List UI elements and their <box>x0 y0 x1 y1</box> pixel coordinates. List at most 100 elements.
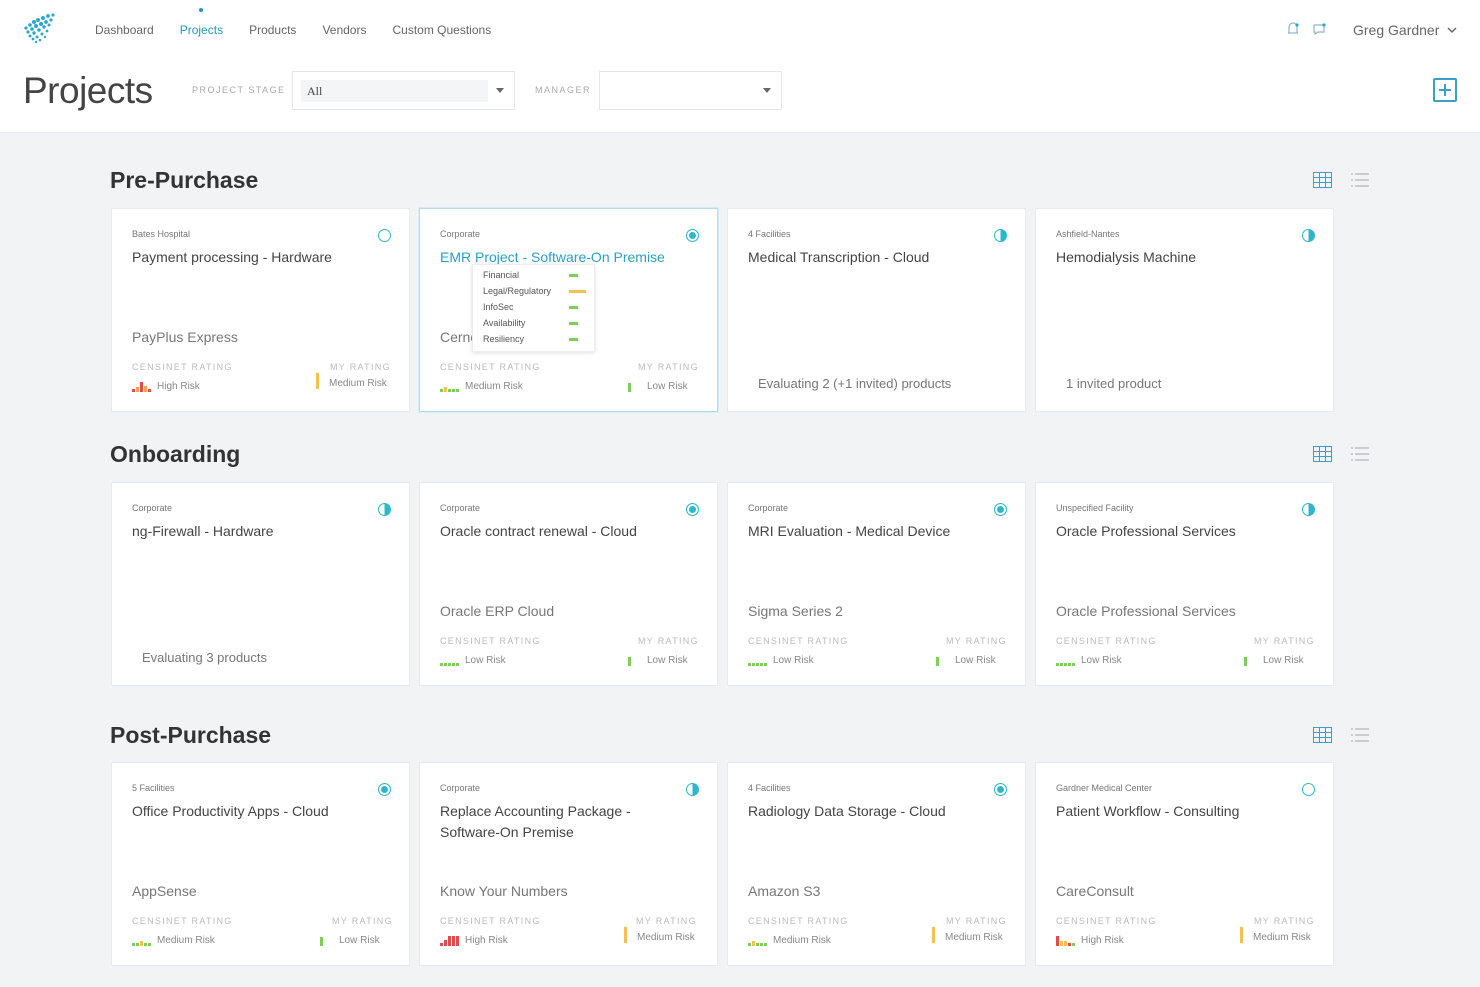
my-rating-label: MY RATING <box>1254 636 1315 646</box>
nav-custom-questions[interactable]: Custom Questions <box>392 23 491 37</box>
project-card[interactable]: 4 Facilities Medical Transcription - Clo… <box>727 208 1026 412</box>
notification-icon[interactable] <box>1286 22 1300 36</box>
nav-dashboard[interactable]: Dashboard <box>95 23 154 37</box>
top-header: Dashboard Projects Products Vendors Cust… <box>0 0 1480 133</box>
censinet-rating-label: CENSINET RATING <box>132 916 233 926</box>
my-rating-label: MY RATING <box>638 362 699 372</box>
grid-view-icon[interactable] <box>1313 446 1332 462</box>
message-icon[interactable] <box>1312 22 1326 36</box>
card-title[interactable]: Radiology Data Storage - Cloud <box>748 801 988 822</box>
tooltip-risk-bar <box>569 306 578 309</box>
project-card[interactable]: Corporate Oracle contract renewal - Clou… <box>419 482 718 686</box>
card-facility: Corporate <box>440 229 481 239</box>
card-facility: Corporate <box>132 503 173 513</box>
tooltip-label: Financial <box>483 270 520 280</box>
card-title[interactable]: Payment processing - Hardware <box>132 247 372 268</box>
nav-vendors[interactable]: Vendors <box>322 23 366 37</box>
censinet-rating-label: CENSINET RATING <box>748 916 849 926</box>
card-facility: 4 Facilities <box>748 783 791 793</box>
censinet-logo[interactable] <box>20 12 56 46</box>
censinet-rating-value: Medium Risk <box>132 935 215 946</box>
project-card[interactable]: Bates Hospital Payment processing - Hard… <box>111 208 410 412</box>
project-card[interactable]: 5 Facilities Office Productivity Apps - … <box>111 762 410 966</box>
censinet-rating-text: Medium Risk <box>157 935 215 946</box>
section-title-onboarding: Onboarding <box>110 441 241 467</box>
card-title[interactable]: Oracle Professional Services <box>1056 521 1296 542</box>
manager-label: MANAGER <box>535 85 592 95</box>
project-card[interactable]: 4 Facilities Radiology Data Storage - Cl… <box>727 762 1026 966</box>
card-title[interactable]: Replace Accounting Package - Software-On… <box>440 801 680 843</box>
censinet-rating-value: Medium Risk <box>748 935 831 946</box>
project-card[interactable]: Corporate MRI Evaluation - Medical Devic… <box>727 482 1026 686</box>
my-rating-bar <box>932 927 935 943</box>
my-rating-bar <box>1240 927 1243 943</box>
status-full-icon <box>994 503 1007 516</box>
section-title-pre-purchase: Pre-Purchase <box>110 167 259 193</box>
card-title[interactable]: ng-Firewall - Hardware <box>132 521 372 542</box>
card-product: CareConsult <box>1056 883 1134 899</box>
status-empty-icon <box>378 229 391 242</box>
status-half-icon <box>378 503 391 516</box>
card-facility: Ashfield-Nantes <box>1056 229 1120 239</box>
project-card[interactable]: Ashfield-Nantes Hemodialysis Machine 1 i… <box>1035 208 1334 412</box>
censinet-rating-text: Low Risk <box>1081 655 1122 666</box>
censinet-rating-value: High Risk <box>132 381 200 392</box>
risk-bars-icon <box>748 656 767 666</box>
card-title[interactable]: Medical Transcription - Cloud <box>748 247 988 268</box>
list-view-icon[interactable] <box>1351 727 1370 743</box>
caret-down-icon <box>763 88 771 93</box>
card-title[interactable]: Oracle contract renewal - Cloud <box>440 521 680 542</box>
card-facility: Corporate <box>440 503 481 513</box>
list-view-icon[interactable] <box>1351 446 1370 462</box>
card-title[interactable]: Hemodialysis Machine <box>1056 247 1296 268</box>
my-rating-value: Low Risk <box>628 655 688 666</box>
grid-view-icon[interactable] <box>1313 727 1332 743</box>
list-view-icon[interactable] <box>1351 172 1370 188</box>
add-project-button[interactable] <box>1433 78 1457 102</box>
censinet-rating-value: Low Risk <box>1056 655 1122 666</box>
status-empty-icon <box>1302 783 1315 796</box>
project-card[interactable]: Corporate ng-Firewall - Hardware Evaluat… <box>111 482 410 686</box>
censinet-rating-text: High Risk <box>157 381 200 392</box>
main-nav: Dashboard Projects Products Vendors Cust… <box>95 8 517 37</box>
card-title[interactable]: Patient Workflow - Consulting <box>1056 801 1296 822</box>
risk-breakdown-tooltip: Financial Legal/Regulatory InfoSec Avail… <box>472 264 595 352</box>
user-menu[interactable]: Greg Gardner <box>1353 22 1457 38</box>
nav-projects[interactable]: Projects <box>180 8 223 37</box>
censinet-rating-value: High Risk <box>440 935 508 946</box>
project-card[interactable]: Corporate Replace Accounting Package - S… <box>419 762 718 966</box>
my-rating-bar <box>628 657 631 666</box>
card-title[interactable]: Office Productivity Apps - Cloud <box>132 801 372 822</box>
card-facility: Unspecified Facility <box>1056 503 1134 513</box>
status-full-icon <box>378 783 391 796</box>
manager-select[interactable] <box>599 71 782 110</box>
card-product: Amazon S3 <box>748 883 821 899</box>
status-half-icon <box>1302 229 1315 242</box>
censinet-rating-label: CENSINET RATING <box>1056 916 1157 926</box>
my-rating-bar <box>936 657 939 666</box>
risk-bars-icon <box>748 936 767 946</box>
nav-products[interactable]: Products <box>249 23 296 37</box>
risk-bars-icon <box>1056 936 1075 946</box>
project-card[interactable]: Gardner Medical Center Patient Workflow … <box>1035 762 1334 966</box>
tooltip-risk-bar <box>569 322 578 325</box>
section-title-post-purchase: Post-Purchase <box>110 722 272 748</box>
project-card[interactable]: Unspecified Facility Oracle Professional… <box>1035 482 1334 686</box>
card-product: AppSense <box>132 883 197 899</box>
risk-bars-icon <box>1056 656 1075 666</box>
my-rating-text: Medium Risk <box>945 932 1003 943</box>
tooltip-risk-bar <box>569 338 578 341</box>
project-stage-select[interactable]: All <box>292 71 515 110</box>
card-facility: Bates Hospital <box>132 229 191 239</box>
evaluating-text: Evaluating 3 products <box>142 650 268 665</box>
card-title[interactable]: MRI Evaluation - Medical Device <box>748 521 988 542</box>
card-product: Know Your Numbers <box>440 883 568 899</box>
my-rating-label: MY RATING <box>946 916 1007 926</box>
censinet-rating-text: Medium Risk <box>465 381 523 392</box>
status-half-icon <box>686 783 699 796</box>
status-half-icon <box>1302 503 1315 516</box>
censinet-rating-label: CENSINET RATING <box>748 636 849 646</box>
risk-bars-icon <box>440 936 459 946</box>
select-field <box>301 80 488 102</box>
grid-view-icon[interactable] <box>1313 172 1332 188</box>
